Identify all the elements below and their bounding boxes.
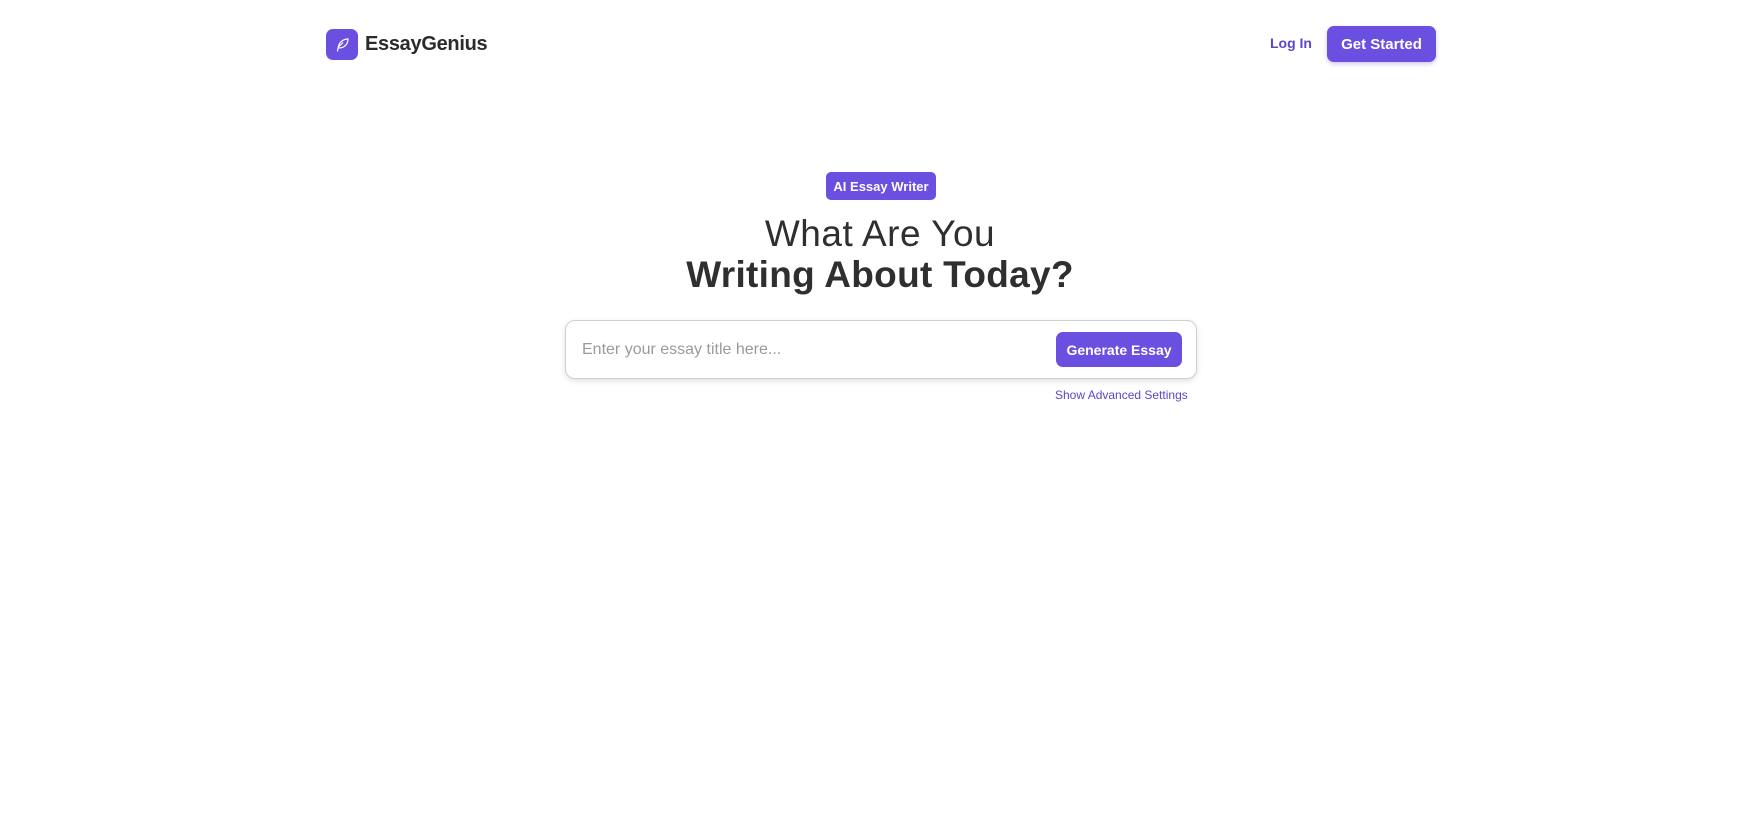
headline-line-1: What Are You	[764, 213, 996, 254]
brand-logo-link[interactable]: EssayGenius	[326, 29, 488, 60]
top-navigation-bar: EssayGenius Log In Get Started	[0, 0, 1760, 88]
brand-name: EssayGenius	[365, 33, 488, 55]
feather-icon	[326, 29, 358, 60]
essay-title-input[interactable]	[580, 333, 1050, 367]
ai-essay-writer-badge: AI Essay Writer	[826, 172, 936, 200]
get-started-button[interactable]: Get Started	[1327, 26, 1436, 62]
show-advanced-settings-link[interactable]: Show Advanced Settings	[1055, 388, 1188, 402]
headline-line-2: Writing About Today?	[686, 254, 1074, 295]
login-link[interactable]: Log In	[1270, 35, 1312, 51]
essay-title-form: Generate Essay	[565, 320, 1197, 379]
generate-essay-button[interactable]: Generate Essay	[1056, 332, 1182, 367]
